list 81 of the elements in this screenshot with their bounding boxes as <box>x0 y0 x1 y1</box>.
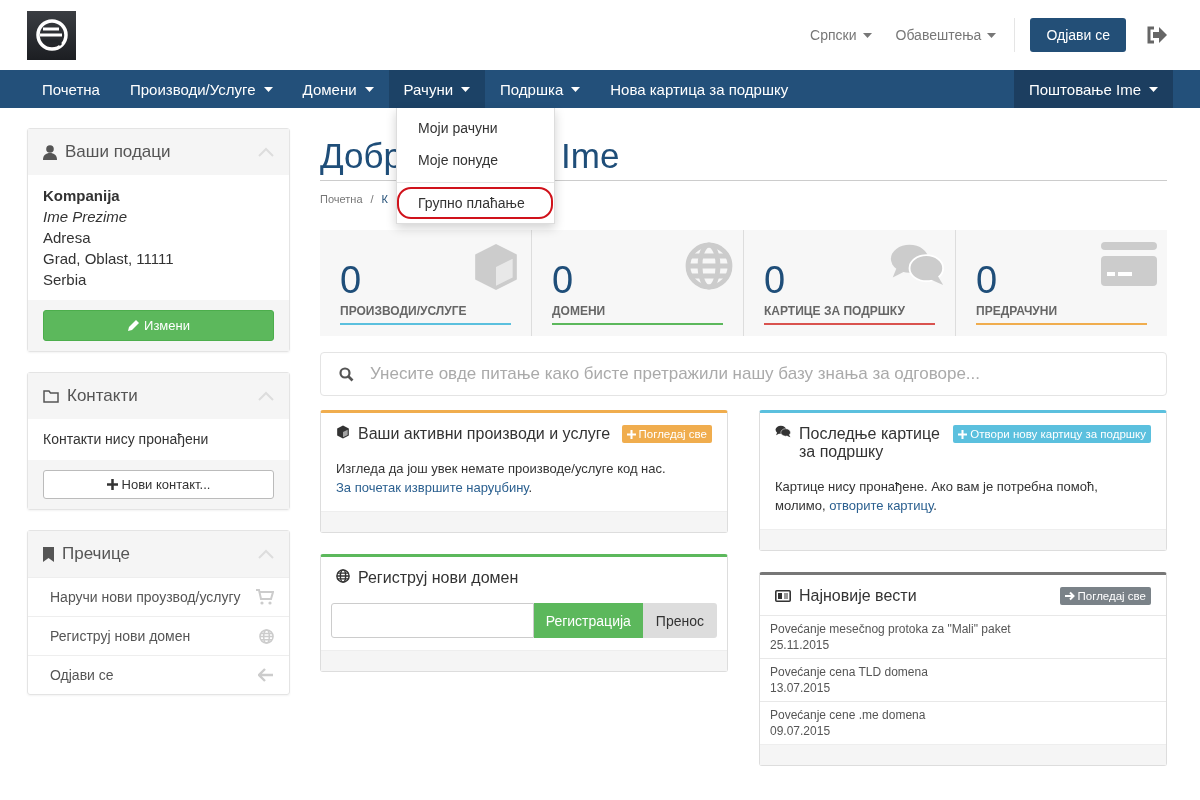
nav-item[interactable]: Рачуни <box>388 70 486 108</box>
globe-icon <box>336 569 350 583</box>
panel-title: Региструј нови домен <box>358 569 520 587</box>
cube-icon <box>336 425 350 439</box>
logout-button[interactable]: Одјави се <box>1030 18 1126 52</box>
newspaper-icon <box>775 590 791 602</box>
nav-item[interactable]: Подршка <box>485 70 596 108</box>
address-line: Serbia <box>43 270 88 290</box>
new-contact-button[interactable]: Нови контакт... <box>43 470 274 499</box>
page-title: Ime <box>561 136 620 176</box>
nav-item[interactable]: Почетна <box>27 70 115 108</box>
arrow-right-icon <box>1064 591 1075 601</box>
panel-title: Последње картице за подршку <box>799 425 941 461</box>
breadcrumb-item[interactable]: К <box>381 193 388 205</box>
menu-item[interactable]: Моје понуде <box>397 146 554 174</box>
panel-text: Картице нису пронађене. Ако вам је потребна помоћ, молимо, отворите картицу. <box>775 479 1098 513</box>
chat-icon <box>775 425 791 438</box>
person-name: Ime Prezime <box>43 207 129 227</box>
panel-title: Контакти <box>67 386 138 406</box>
shortcut-link[interactable]: Региструј нови домен <box>50 628 191 644</box>
panel-title: Пречице <box>62 544 130 564</box>
language-menu[interactable]: Српски <box>810 27 872 43</box>
news-date: 13.07.2015 <box>770 680 832 696</box>
news-title[interactable]: Povećanje cena TLD domena <box>770 664 1156 680</box>
stat-label[interactable]: КАРТИЦЕ ЗА ПОДРШКУ <box>764 300 935 325</box>
news-title[interactable]: Povećanje mesečnog protoka za "Mali" paket <box>770 621 1156 637</box>
breadcrumb-separator: / <box>370 193 374 205</box>
stat-count: 0 <box>552 260 574 300</box>
company-name: Kompanija <box>43 186 121 206</box>
shortcut-link[interactable]: Наручи нови проузвод/услугу <box>50 589 241 605</box>
panel-title: Најновије вести <box>799 587 918 605</box>
search-field[interactable]: Унесите овде питање како бисте претражили нашу базу знања за одговоре... <box>320 352 1167 396</box>
pencil-icon <box>127 319 141 332</box>
stat-label[interactable]: ДОМЕНИ <box>552 300 723 325</box>
stat-count: 0 <box>340 260 362 300</box>
user-menu[interactable]: Поштовање Ime <box>1013 70 1173 108</box>
nav-item[interactable]: Домени <box>287 70 389 108</box>
chevron-up-icon[interactable] <box>258 549 274 559</box>
plus-icon <box>626 429 636 439</box>
logo[interactable] <box>27 10 76 60</box>
menu-item[interactable]: Моји рачуни <box>397 114 554 142</box>
chat-icon <box>889 242 945 287</box>
caret-icon <box>987 32 997 38</box>
transfer-button[interactable]: Пренос <box>642 603 717 638</box>
plus-icon <box>958 429 968 439</box>
plus-icon <box>106 479 118 490</box>
globe-icon <box>259 628 274 644</box>
caret-icon <box>862 32 872 38</box>
bookmark-icon <box>43 546 54 562</box>
cart-icon <box>256 589 274 605</box>
empty-message: Контакти нису пронађени <box>43 431 209 447</box>
news-date: 25.11.2015 <box>770 637 831 653</box>
menu-item[interactable]: Групно плаћање <box>397 187 553 219</box>
domain-field[interactable] <box>331 603 534 638</box>
address-line: Grad, Oblast, 11111 <box>43 249 175 269</box>
nav-item[interactable]: Нова картица за подршку <box>595 70 804 108</box>
breadcrumb-item[interactable]: Почетна <box>320 193 363 205</box>
order-link[interactable]: За почетак извршите наруџбину <box>336 480 529 495</box>
credit-card-icon <box>1101 242 1157 286</box>
stat-label[interactable]: ПРЕДРАЧУНИ <box>976 300 1147 325</box>
stat-count: 0 <box>976 260 998 300</box>
globe-icon <box>685 242 733 290</box>
stat-label[interactable]: ПРОИЗВОДИ/УСЛУГЕ <box>340 300 511 325</box>
news-title[interactable]: Povećanje cene .me domena <box>770 707 1156 723</box>
nav-item[interactable]: Производи/Услуге <box>114 70 288 108</box>
chevron-up-icon[interactable] <box>258 391 274 401</box>
address-line: Adresa <box>43 228 92 248</box>
user-icon <box>43 144 57 160</box>
panel-title: Ваши подаци <box>65 142 171 162</box>
panel-text: Изгледа да још увек немате производе/услуге код нас. За почетак извршите наруџбину. <box>336 461 666 495</box>
panel-title: Ваши активни производи и услуге <box>358 425 612 443</box>
shortcut-link[interactable]: Одјави се <box>50 667 114 683</box>
logout-icon[interactable] <box>1146 26 1167 44</box>
news-date: 09.07.2015 <box>770 723 832 739</box>
search-icon <box>339 367 354 382</box>
arrow-left-icon <box>258 668 274 682</box>
notifications-menu[interactable]: Обавештења <box>895 27 997 43</box>
view-all-button[interactable]: Погледај све <box>1059 587 1151 605</box>
folder-icon <box>43 389 59 403</box>
chevron-up-icon[interactable] <box>258 147 274 157</box>
stat-count: 0 <box>764 260 786 300</box>
